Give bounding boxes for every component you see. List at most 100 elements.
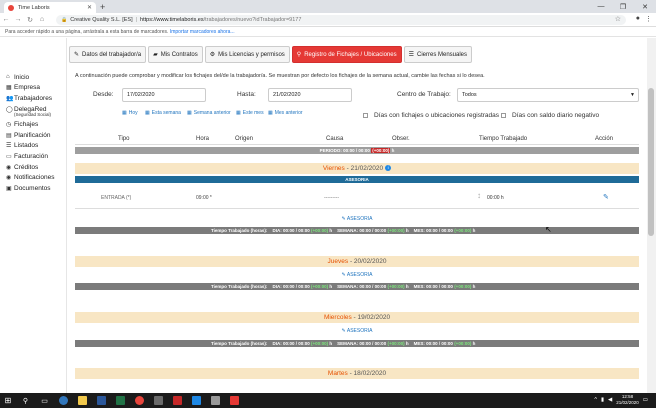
quick-semana-anterior[interactable]: ▦ Semana anterior [187,110,231,116]
maximize-icon[interactable]: ❐ [612,0,634,13]
list-icon: ☰ [6,143,12,150]
url-path: /trabajadores/nuevo?idTrabajador=9177 [203,17,302,23]
windows-start-icon[interactable]: ⊞ [0,396,16,405]
chk-saldo-negativo[interactable]: Días con saldo diario negativo [501,112,599,119]
word-icon[interactable] [92,393,111,408]
sidebar-item-label: Notificaciones [14,174,55,182]
entry-tipo: ENTRADA (*) [101,195,132,201]
quick-mes-anterior[interactable]: ▦ Mes anterior [268,110,303,116]
summary-unit: h [405,228,409,233]
hasta-input[interactable]: 21/02/2020 [268,88,352,102]
scrollbar-thumb[interactable] [648,88,654,236]
checkbox-label: Días con saldo diario negativo [512,112,600,119]
menu-icon[interactable]: ⋮ [645,15,652,23]
summary-mes: MES: 00:00 / 00:00 [413,228,453,233]
summary-dia: DIA: 00:00 / 00:00 [272,284,310,289]
sidebar-item-label: Fichajes [14,121,39,129]
notifications-icon[interactable]: ▭ [643,397,648,403]
page-scrollbar[interactable] [647,38,656,393]
quick-esta-semana[interactable]: ▦ Esta semana [145,110,181,116]
back-icon[interactable]: ← [0,16,12,23]
list-icon: ☰ [408,52,414,58]
toolbar-icons: ● ⋮ [636,15,652,23]
entry-causa: --------- [324,195,339,201]
sidebar-item-trabajadores[interactable]: 👥 Trabajadores [6,93,64,104]
hasta-label: Hasta: [237,91,256,98]
app-icon[interactable] [149,393,168,408]
calendar-icon: ▦ [187,110,192,116]
day-date: - 18/02/2020 [347,370,387,377]
quick-este-mes[interactable]: ▦ Este mes [236,110,264,116]
sidebar-item-label: Planificación [14,131,51,139]
forward-icon[interactable]: → [12,16,24,23]
browser-tab[interactable]: Time Laboris ✕ [4,2,96,13]
close-window-icon[interactable]: ✕ [634,0,656,13]
summary-diff: (+00:00) [311,228,329,233]
search-icon[interactable]: ⚲ [16,393,35,408]
sidebar-item-creditos[interactable]: ◉ Créditos [6,162,64,173]
camera-icon[interactable] [168,393,187,408]
sidebar-item-notificaciones[interactable]: ◉ Notificaciones [6,172,64,183]
store-icon[interactable] [187,393,206,408]
tab-registro-fichajes[interactable]: ⚲ Registro de Fichajes / Ubicaciones [291,46,402,63]
entry-hora: 09:00 * [196,195,212,201]
bookmark-star-icon[interactable]: ☆ [615,15,621,23]
sidebar-item-listados[interactable]: ☰ Listados [6,141,64,152]
tray-arrow-icon[interactable]: ^ [594,397,597,403]
checkbox[interactable] [501,113,506,118]
location-icon: ⚲ [296,52,302,58]
sidebar-item-facturacion[interactable]: ▭ Facturación [6,151,64,162]
import-bookmarks-link[interactable]: Importar marcadores ahora... [170,29,235,35]
chrome-icon[interactable] [130,393,149,408]
centro-select[interactable]: Todos ▼ [457,88,639,102]
asesoria-link[interactable]: ✎ ASESORIA [75,216,639,222]
printer-icon[interactable] [206,393,225,408]
explorer-icon[interactable] [73,393,92,408]
edit-entry-icon[interactable]: ✎ [603,193,609,201]
quick-label: Hoy [128,110,138,116]
network-icon[interactable]: ▮ [601,397,604,403]
system-tray: ^ ▮ ◀ 12:58 21/02/2020 ▭ [594,394,648,406]
timelaboris-icon[interactable] [225,393,244,408]
sidebar-item-planificacion[interactable]: ▤ Planificación [6,130,64,141]
edge-icon[interactable] [54,393,73,408]
chk-ubicaciones[interactable]: Días con fichajes o ubicaciones registra… [363,112,499,119]
period-diff: (+00:00) [371,148,391,153]
asesoria-link[interactable]: ✎ ASESORIA [75,272,639,278]
quick-hoy[interactable]: ▦ Hoy [122,110,138,116]
home-icon[interactable]: ⌂ [36,16,48,23]
desde-input[interactable]: 17/02/2020 [122,88,206,102]
new-tab-button[interactable]: + [100,2,105,12]
tab-datos-trabajador[interactable]: ✎ Datos del trabajador/a [69,46,147,63]
col-causa: Causa [326,136,344,142]
sidebar-item-inicio[interactable]: ⌂ Inicio [6,72,64,83]
asesoria-link-label: ASESORIA [346,328,373,334]
summary-label: Tiempo Trabajado (horas): [211,228,268,233]
close-tab-icon[interactable]: ✕ [87,4,92,11]
reload-icon[interactable]: ↻ [24,16,36,24]
url-input[interactable]: 🔒 Creative Quality S.L. [ES] | https://w… [56,15,626,25]
sidebar-item-fichajes[interactable]: ◷ Fichajes [6,119,64,130]
tab-licencias-permisos[interactable]: ⚙ Mis Licencias y permisos [204,46,290,63]
sidebar-item-documentos[interactable]: ▣ Documentos [6,183,64,194]
clock[interactable]: 12:58 21/02/2020 [616,394,639,406]
sidebar-item-empresa[interactable]: ▦ Empresa [6,83,64,94]
bookmarks-bar: Para acceder rápido a una página, arrást… [0,27,656,37]
volume-icon[interactable]: ◀ [608,397,612,403]
checkbox[interactable] [363,113,368,118]
sidebar-item-label: Facturación [14,152,48,160]
minimize-icon[interactable]: — [590,0,612,13]
tab-mis-contratos[interactable]: ▰ Mis Contratos [148,46,203,63]
excel-icon[interactable] [111,393,130,408]
desde-label: Desde: [93,91,114,98]
clock-icon: ◷ [6,122,12,129]
summary-unit: h [472,228,476,233]
company-bar: ASESORIA [75,176,639,183]
summary-diff: (+00:00) [454,284,472,289]
task-view-icon[interactable]: ▭ [35,393,54,408]
info-icon[interactable]: i [385,165,392,172]
asesoria-link[interactable]: ✎ ASESORIA [75,328,639,334]
profile-icon[interactable]: ● [636,15,640,23]
summary-unit: h [405,284,409,289]
tab-cierres-mensuales[interactable]: ☰ Cierres Mensuales [403,46,473,63]
